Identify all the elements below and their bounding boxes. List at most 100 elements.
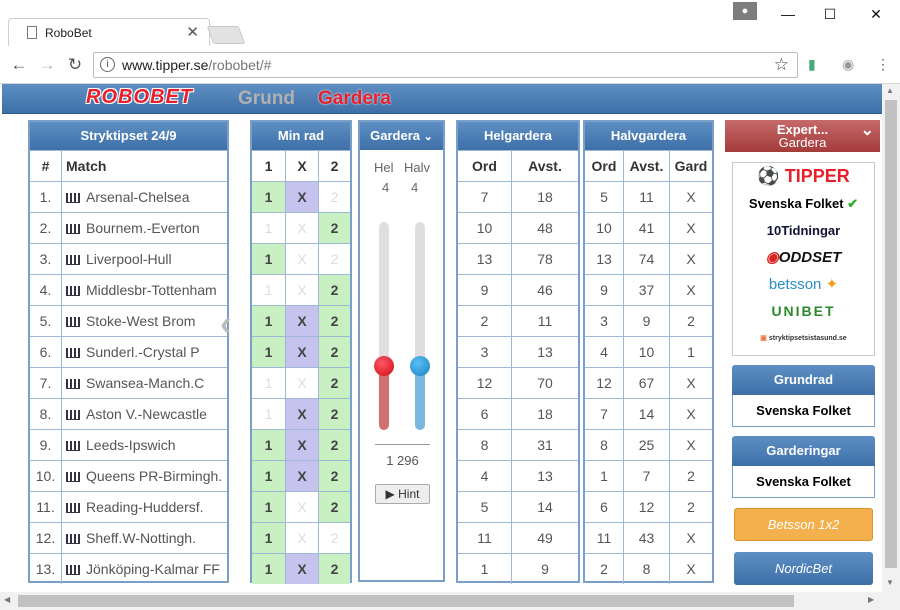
scroll-down-icon[interactable]: ▼ <box>886 578 894 587</box>
expert-svenska-folket[interactable]: Svenska Folket ✔ <box>733 190 874 217</box>
stats-icon[interactable] <box>66 503 80 514</box>
pick-1[interactable]: 1 <box>252 213 285 243</box>
pick-x[interactable]: X <box>285 430 318 460</box>
match-row[interactable]: 13. Jönköping-Kalmar FF <box>30 553 227 584</box>
match-row[interactable]: 7. Swansea-Manch.C <box>30 367 227 398</box>
stats-icon[interactable] <box>66 224 80 235</box>
address-bar[interactable]: i www.tipper.se/robobet/# ☆ <box>93 52 798 78</box>
match-row[interactable]: 3. Liverpool-Hull <box>30 243 227 274</box>
pick-x[interactable]: X <box>285 461 318 491</box>
match-cell[interactable]: Liverpool-Hull <box>61 244 227 274</box>
pick-2[interactable]: 2 <box>318 492 350 522</box>
match-cell[interactable]: Middlesbr-Tottenham <box>61 275 227 305</box>
extension-circle-icon[interactable]: ◉ <box>842 56 854 73</box>
pick-x[interactable]: X <box>285 554 318 584</box>
match-row[interactable]: 8. Aston V.-Newcastle <box>30 398 227 429</box>
match-row[interactable]: 9. Leeds-Ipswich <box>30 429 227 460</box>
halv-slider-track[interactable] <box>415 222 425 430</box>
scroll-up-icon[interactable]: ▲ <box>886 86 894 95</box>
maximize-icon[interactable]: ☐ <box>818 6 842 23</box>
pick-1[interactable]: 1 <box>252 430 285 460</box>
menu-icon[interactable]: ⋮ <box>876 56 890 73</box>
garderingar-value[interactable]: Svenska Folket <box>732 466 875 498</box>
horizontal-scroll-thumb[interactable] <box>18 595 794 607</box>
profile-icon[interactable]: ● <box>733 2 757 20</box>
hel-slider-track[interactable] <box>379 222 389 430</box>
browser-tab[interactable]: RoboBet ✕ <box>8 18 210 46</box>
betsson-1x2-button[interactable]: Betsson 1x2 <box>734 508 873 541</box>
tab-close-icon[interactable]: ✕ <box>186 23 199 41</box>
expert-betsson[interactable]: betsson ✦ <box>733 271 874 298</box>
halv-slider-knob[interactable] <box>410 356 430 376</box>
vertical-scrollbar[interactable]: ▲ ▼ <box>882 84 900 592</box>
pick-x[interactable]: X <box>285 337 318 367</box>
pick-1[interactable]: 1 <box>252 244 285 274</box>
match-cell[interactable]: Jönköping-Kalmar FF <box>61 554 227 584</box>
mode-gardera-link[interactable]: Gardera <box>318 88 391 110</box>
match-row[interactable]: 5. Stoke-West Brom <box>30 305 227 336</box>
match-row[interactable]: 4. Middlesbr-Tottenham <box>30 274 227 305</box>
match-cell[interactable]: Sheff.W-Nottingh. <box>61 523 227 553</box>
match-row[interactable]: 12. Sheff.W-Nottingh. <box>30 522 227 553</box>
match-cell[interactable]: Swansea-Manch.C <box>61 368 227 398</box>
pick-2[interactable]: 2 <box>318 368 350 398</box>
pick-x[interactable]: X <box>285 213 318 243</box>
stats-icon[interactable] <box>66 348 80 359</box>
pick-2[interactable]: 2 <box>318 554 350 584</box>
pick-2[interactable]: 2 <box>318 244 350 274</box>
stats-icon[interactable] <box>66 441 80 452</box>
expert-unibet[interactable]: UNIBET <box>733 298 874 325</box>
match-cell[interactable]: Sunderl.-Crystal P <box>61 337 227 367</box>
match-cell[interactable]: Aston V.-Newcastle <box>61 399 227 429</box>
back-icon[interactable]: ← <box>8 55 30 75</box>
pick-2[interactable]: 2 <box>318 182 350 212</box>
grundrad-value[interactable]: Svenska Folket <box>732 395 875 427</box>
pick-2[interactable]: 2 <box>318 213 350 243</box>
pick-2[interactable]: 2 <box>318 399 350 429</box>
pick-2[interactable]: 2 <box>318 275 350 305</box>
pick-1[interactable]: 1 <box>252 337 285 367</box>
pick-1[interactable]: 1 <box>252 523 285 553</box>
stats-icon[interactable] <box>66 410 80 421</box>
vertical-scroll-thumb[interactable] <box>885 100 897 568</box>
pick-1[interactable]: 1 <box>252 275 285 305</box>
hint-button[interactable]: ▶ Hint <box>375 484 430 504</box>
match-row[interactable]: 11. Reading-Huddersf. <box>30 491 227 522</box>
pick-1[interactable]: 1 <box>252 492 285 522</box>
pick-x[interactable]: X <box>285 182 318 212</box>
match-cell[interactable]: Arsenal-Chelsea <box>61 182 227 212</box>
chevron-left-icon[interactable]: ‹ <box>220 305 231 344</box>
scroll-left-icon[interactable]: ◀ <box>4 595 10 604</box>
nordicbet-button[interactable]: NordicBet <box>734 552 873 585</box>
pick-x[interactable]: X <box>285 275 318 305</box>
pick-x[interactable]: X <box>285 523 318 553</box>
match-cell[interactable]: Bournem.-Everton <box>61 213 227 243</box>
match-row[interactable]: 1. Arsenal-Chelsea <box>30 181 227 212</box>
window-close-icon[interactable]: ✕ <box>864 6 888 23</box>
forward-icon[interactable]: → <box>36 55 58 75</box>
pick-x[interactable]: X <box>285 492 318 522</box>
pick-x[interactable]: X <box>285 244 318 274</box>
stats-icon[interactable] <box>66 379 80 390</box>
match-row[interactable]: 6. Sunderl.-Crystal P <box>30 336 227 367</box>
match-row[interactable]: 2. Bournem.-Everton <box>30 212 227 243</box>
stats-icon[interactable] <box>66 255 80 266</box>
stats-icon[interactable] <box>66 317 80 328</box>
pick-1[interactable]: 1 <box>252 461 285 491</box>
hel-slider-knob[interactable] <box>374 356 394 376</box>
mode-grund-link[interactable]: Grund <box>238 88 295 110</box>
pick-1[interactable]: 1 <box>252 306 285 336</box>
stats-icon[interactable] <box>66 565 80 576</box>
pick-x[interactable]: X <box>285 368 318 398</box>
pick-1[interactable]: 1 <box>252 182 285 212</box>
bookmark-star-icon[interactable]: ☆ <box>774 55 789 75</box>
expert-oddset[interactable]: ◉ODDSET <box>733 244 874 271</box>
pick-1[interactable]: 1 <box>252 368 285 398</box>
chevron-down-icon[interactable]: ⌄ <box>424 131 433 143</box>
new-tab-button[interactable] <box>206 26 246 44</box>
scroll-right-icon[interactable]: ▶ <box>868 595 874 604</box>
pick-2[interactable]: 2 <box>318 337 350 367</box>
pick-2[interactable]: 2 <box>318 306 350 336</box>
info-icon[interactable]: i <box>100 57 115 72</box>
stats-icon[interactable] <box>66 193 80 204</box>
